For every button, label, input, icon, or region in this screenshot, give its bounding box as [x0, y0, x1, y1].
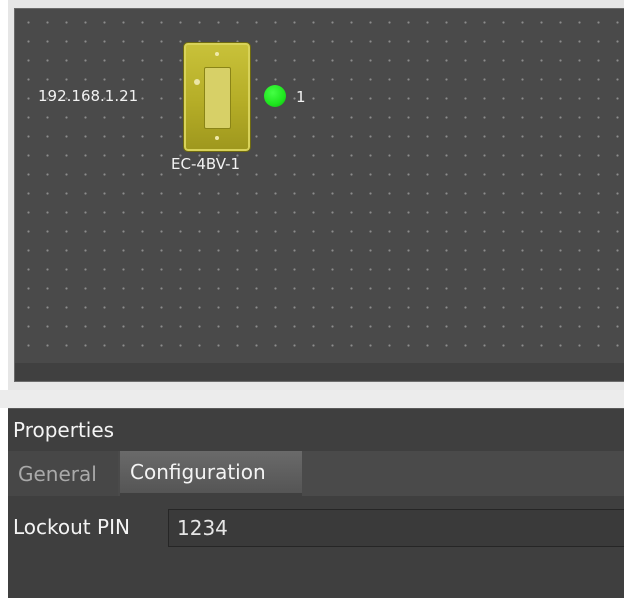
lockout-pin-label: Lockout PIN — [13, 515, 130, 539]
status-count: 1 — [296, 88, 306, 106]
properties-tab-strip: General Configuration — [8, 451, 624, 496]
tab-general[interactable]: General — [8, 451, 118, 496]
lockout-pin-input[interactable] — [168, 509, 624, 547]
wall-station-icon[interactable] — [183, 42, 251, 152]
canvas-frame: 192.168.1.21 EC-4BV-1 1 — [8, 0, 624, 390]
screw-top-icon — [215, 52, 219, 56]
properties-panel: Properties General Configuration Lockout… — [8, 408, 624, 598]
lockout-pin-row: Lockout PIN — [8, 507, 624, 549]
screw-bottom-icon — [215, 136, 219, 140]
properties-title: Properties — [13, 418, 115, 442]
device-name-label: EC-4BV-1 — [171, 155, 241, 173]
device-button-icon — [194, 79, 200, 85]
panel-splitter[interactable] — [0, 390, 624, 408]
status-led-icon — [264, 85, 286, 107]
device-faceplate — [204, 67, 231, 129]
tab-configuration-label: Configuration — [130, 460, 266, 484]
canvas-scrollbar[interactable] — [15, 363, 624, 381]
design-canvas[interactable]: 192.168.1.21 EC-4BV-1 1 — [14, 8, 624, 382]
tab-general-label: General — [18, 461, 97, 486]
device-ip-label: 192.168.1.21 — [38, 87, 139, 105]
app-root: 192.168.1.21 EC-4BV-1 1 Properties Gener… — [0, 0, 624, 598]
tab-configuration[interactable]: Configuration — [120, 451, 302, 496]
